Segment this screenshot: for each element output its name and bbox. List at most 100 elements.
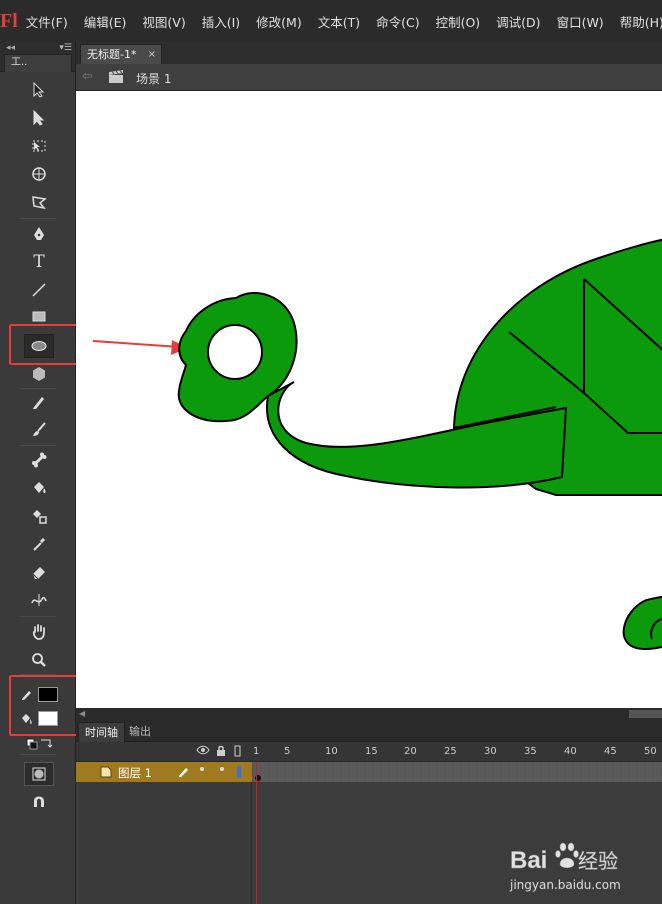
timeline-tab-bar: 时间轴 输出 — [76, 720, 662, 742]
frame-number: 25 — [444, 746, 457, 757]
tool-divider — [20, 218, 56, 219]
tools-panel-tab[interactable]: 工.. — [4, 54, 72, 72]
document-tab[interactable]: 无标题-1* × — [80, 44, 162, 64]
polystar-tool[interactable] — [24, 362, 54, 386]
layers-empty-area — [76, 782, 252, 904]
oval-tool-highlight — [9, 324, 79, 365]
baidu-jingyan-watermark: Bai 经验 jingyan.baidu.com — [508, 838, 658, 898]
panel-menu-button[interactable]: ▾☰ — [59, 43, 72, 53]
collapse-panel-button[interactable]: ◂◂ — [6, 43, 15, 53]
frame-number: 5 — [284, 746, 291, 757]
pen-tool[interactable] — [24, 222, 54, 246]
hexagon-icon — [33, 367, 45, 381]
frame-number: 10 — [325, 746, 338, 757]
paw-icon — [555, 842, 579, 868]
brush-tool[interactable] — [24, 418, 54, 442]
bone-icon — [32, 452, 47, 468]
width-icon — [31, 594, 47, 606]
flash-window: Fl 文件(F) 编辑(E) 视图(V) 插入(I) 修改(M) 文本(T) 命… — [0, 0, 662, 904]
menu-insert[interactable]: 插入(I) — [194, 12, 248, 31]
pencil-icon — [177, 764, 191, 781]
tab-timeline[interactable]: 时间轴 — [78, 722, 125, 742]
eyedropper-tool[interactable] — [24, 532, 54, 556]
tool-divider — [20, 754, 56, 755]
free-transform-tool[interactable] — [24, 134, 54, 158]
frame-number: 1 — [253, 746, 260, 757]
swap-colors-icon[interactable] — [26, 736, 54, 753]
magnet-icon — [34, 796, 44, 807]
layer-row[interactable]: 图层 1 — [76, 762, 662, 782]
scrollbar-thumb[interactable] — [629, 710, 662, 718]
zoom-tool[interactable] — [24, 648, 54, 672]
eye-circle — [207, 324, 263, 380]
hand-icon — [32, 624, 45, 640]
snap-toggle[interactable] — [24, 790, 54, 814]
object-drawing-toggle[interactable] — [24, 762, 54, 786]
scene-name[interactable]: 场景 1 — [136, 70, 171, 87]
pencil-tool[interactable] — [24, 390, 54, 414]
text-icon: T — [33, 252, 45, 272]
frame-number: 50 — [644, 746, 657, 757]
close-icon[interactable]: × — [148, 45, 156, 65]
eraser-icon — [32, 567, 45, 580]
3d-rotate-icon — [32, 167, 46, 181]
text-tool[interactable]: T — [24, 250, 54, 274]
frame-number: 15 — [365, 746, 378, 757]
annotation-arrow-line — [92, 340, 181, 348]
stage-canvas[interactable] — [76, 91, 662, 708]
lasso-icon — [32, 196, 47, 210]
subselection-tool[interactable] — [24, 106, 54, 130]
menu-file[interactable]: 文件(F) — [18, 12, 76, 31]
transform-icon — [32, 140, 46, 152]
frame-number: 35 — [524, 746, 537, 757]
selection-tool[interactable] — [24, 78, 54, 102]
lasso-tool[interactable] — [24, 190, 54, 214]
3d-rotation-tool[interactable] — [24, 162, 54, 186]
hand-tool[interactable] — [24, 620, 54, 644]
eraser-tool[interactable] — [24, 560, 54, 584]
ink-bottle-tool[interactable] — [24, 504, 54, 528]
menu-control[interactable]: 控制(O) — [428, 12, 489, 31]
menu-help[interactable]: 帮助(H) — [612, 12, 662, 31]
frame-number: 40 — [564, 746, 577, 757]
menu-bar: Fl 文件(F) 编辑(E) 视图(V) 插入(I) 修改(M) 文本(T) 命… — [0, 0, 662, 42]
frames-grid[interactable] — [252, 762, 662, 782]
visibility-dot[interactable] — [200, 767, 204, 771]
layer-name-cell[interactable]: 图层 1 — [76, 762, 252, 782]
watermark-suffix: 经验 — [578, 849, 618, 873]
lock-icon[interactable] — [216, 745, 226, 760]
pencil-icon — [33, 397, 44, 409]
layer-name[interactable]: 图层 1 — [118, 765, 152, 781]
tools-panel: ◂◂ 工.. ▾☰ T — [0, 42, 79, 904]
brush-icon — [33, 422, 46, 436]
width-tool[interactable] — [24, 588, 54, 612]
scroll-left-icon[interactable]: ◀ — [79, 709, 85, 718]
watermark-brand: Bai — [510, 847, 547, 874]
menu-debug[interactable]: 调试(D) — [488, 12, 548, 31]
eye-icon[interactable] — [196, 745, 210, 758]
menu-modify[interactable]: 修改(M) — [248, 12, 310, 31]
lock-dot[interactable] — [220, 767, 224, 771]
stage-drawing — [92, 238, 662, 650]
layer-outline-color[interactable] — [237, 766, 241, 778]
line-tool[interactable] — [24, 278, 54, 302]
layer-page-icon — [100, 766, 112, 781]
tools-panel-header: ◂◂ 工.. ▾☰ — [0, 42, 75, 72]
ink-bottle-icon — [33, 510, 47, 524]
back-arrow-icon[interactable]: ⇦ — [82, 69, 93, 84]
document-tab-bar: 无标题-1* × — [76, 42, 662, 64]
menu-view[interactable]: 视图(V) — [134, 12, 193, 31]
menu-text[interactable]: 文本(T) — [310, 12, 368, 31]
stage-horizontal-scrollbar[interactable]: ◀ — [76, 708, 662, 720]
menu-window[interactable]: 窗口(W) — [549, 12, 612, 31]
paint-bucket-tool[interactable] — [24, 476, 54, 500]
tab-output[interactable]: 输出 — [123, 722, 157, 742]
object-drawing-icon — [32, 767, 46, 781]
menu-edit[interactable]: 编辑(E) — [76, 12, 135, 31]
tool-divider — [20, 616, 56, 617]
menu-commands[interactable]: 命令(C) — [368, 12, 427, 31]
bone-tool[interactable] — [24, 448, 54, 472]
playhead-line — [256, 762, 257, 904]
outline-icon[interactable] — [234, 745, 242, 760]
eyedropper-icon — [33, 538, 45, 551]
